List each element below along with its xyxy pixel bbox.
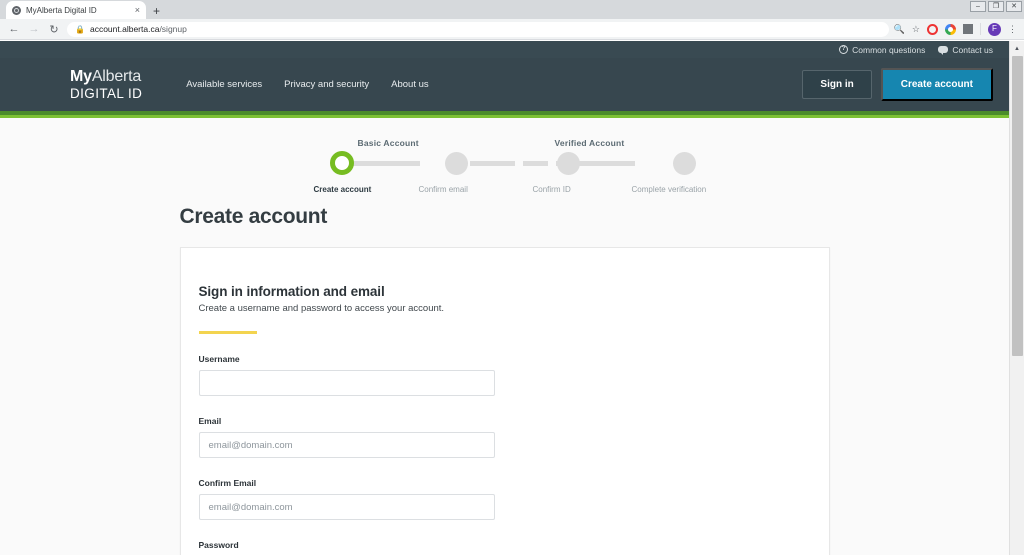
browser-menu-icon[interactable]: ⋮ (1008, 24, 1017, 34)
username-input[interactable] (198, 370, 495, 396)
stepper-label-confirm-id: Confirm ID (532, 185, 571, 194)
field-username: Username (198, 354, 829, 396)
field-confirm-email: Confirm Email email@domain.com (198, 478, 829, 520)
profile-avatar[interactable]: F (988, 22, 1001, 36)
stepper-label-create-account: Create account (313, 185, 372, 194)
stepper-track-3 (522, 161, 548, 166)
site-nav-links: Available services Privacy and security … (186, 79, 428, 90)
nav-link-available-services[interactable]: Available services (186, 79, 262, 90)
window-controls: – ❐ ✕ (970, 1, 1022, 12)
progress-stepper: Basic Account Verified Account Create ac… (305, 138, 707, 200)
close-window-button[interactable]: ✕ (1006, 1, 1022, 12)
stepper-track-2 (469, 161, 515, 166)
bookmark-star-icon[interactable]: ☆ (912, 24, 920, 34)
confirm-email-input[interactable]: email@domain.com (198, 494, 495, 520)
page-content: Basic Account Verified Account Create ac… (0, 138, 1009, 555)
stepper-group-basic-account: Basic Account (357, 138, 419, 148)
extension-square-icon[interactable] (963, 24, 973, 34)
yellow-divider (198, 331, 257, 334)
forward-icon[interactable]: → (24, 19, 44, 39)
page-body: Create account Sign in information and e… (179, 205, 830, 555)
toolbar-icon-group: 🔍 ☆ F ⋮ (894, 22, 1020, 36)
chrome-extension-icon[interactable] (945, 23, 956, 35)
create-account-button[interactable]: Create account (880, 68, 993, 101)
nav-link-about-us[interactable]: About us (391, 79, 429, 90)
stepper-node-create-account[interactable] (329, 151, 354, 175)
page-viewport: ? Common questions Contact us MyAlberta … (0, 41, 1024, 555)
new-tab-button[interactable]: + (153, 5, 160, 17)
page-scrollbar[interactable]: ▲ (1009, 41, 1024, 555)
page-title: Create account (179, 205, 328, 228)
logo-subtitle: DIGITAL ID (70, 85, 143, 101)
email-input[interactable]: email@domain.com (198, 432, 495, 458)
question-circle-icon: ? (839, 45, 849, 54)
common-questions-label: Common questions (852, 44, 926, 55)
stepper-label-confirm-email: Confirm email (418, 185, 468, 194)
field-label-email: Email (198, 416, 222, 426)
scroll-up-arrow-icon[interactable]: ▲ (1010, 41, 1024, 56)
field-label-username: Username (198, 354, 240, 364)
stepper-node-complete-verification[interactable] (672, 152, 696, 175)
url-text: account.alberta.ca/signup (90, 24, 187, 34)
toolbar-divider (980, 23, 981, 35)
logo-alberta: Alberta (91, 67, 142, 85)
globe-icon (12, 5, 21, 15)
common-questions-link[interactable]: ? Common questions (839, 45, 925, 55)
minimize-button[interactable]: – (970, 1, 986, 12)
search-icon[interactable]: 🔍 (894, 24, 905, 34)
stepper-node-confirm-id[interactable] (556, 152, 580, 175)
scrollbar-thumb[interactable] (1012, 56, 1023, 356)
browser-toolbar: ← → ↻ 🔒 account.alberta.ca/signup 🔍 ☆ F … (0, 19, 1024, 40)
signup-form-card: Sign in information and email Create a u… (179, 247, 830, 555)
logo-line-1: MyAlberta (70, 67, 142, 85)
url-path: /signup (159, 24, 187, 34)
field-email: Email email@domain.com (198, 416, 829, 458)
card-subtitle: Create a username and password to access… (198, 303, 445, 314)
stepper-node-confirm-email[interactable] (444, 152, 468, 175)
stepper-group-verified-account: Verified Account (554, 138, 625, 148)
back-icon[interactable]: ← (4, 19, 24, 39)
web-page: ? Common questions Contact us MyAlberta … (0, 41, 1009, 555)
tab-strip: MyAlberta Digital ID × + – ❐ ✕ (0, 0, 1024, 19)
site-navbar: MyAlberta DIGITAL ID Available services … (0, 58, 1009, 111)
close-icon[interactable]: × (135, 5, 140, 15)
reload-icon[interactable]: ↻ (44, 19, 64, 39)
card-title: Sign in information and email (198, 284, 385, 299)
chat-bubble-icon (938, 46, 949, 55)
browser-window: MyAlberta Digital ID × + – ❐ ✕ ← → ↻ 🔒 a… (0, 0, 1024, 555)
accent-bar-light-green (0, 115, 1009, 118)
nav-link-privacy-and-security[interactable]: Privacy and security (284, 79, 369, 90)
field-label-password: Password (198, 540, 239, 550)
contact-us-label: Contact us (952, 44, 993, 55)
logo-my: My (70, 67, 92, 85)
sign-in-button[interactable]: Sign in (802, 70, 872, 99)
stepper-label-complete-verification: Complete verification (631, 185, 707, 194)
site-utility-bar: ? Common questions Contact us (0, 41, 1009, 58)
maximize-button[interactable]: ❐ (988, 1, 1004, 12)
browser-tab[interactable]: MyAlberta Digital ID × (6, 1, 146, 19)
lock-icon: 🔒 (75, 24, 85, 34)
tab-title: MyAlberta Digital ID (26, 5, 97, 15)
opera-extension-icon[interactable] (927, 23, 938, 35)
contact-us-link[interactable]: Contact us (938, 45, 993, 55)
site-logo[interactable]: MyAlberta DIGITAL ID (70, 67, 143, 101)
field-label-confirm-email: Confirm Email (198, 478, 257, 488)
url-domain: account.alberta.ca (89, 24, 160, 34)
address-bar[interactable]: 🔒 account.alberta.ca/signup (67, 21, 889, 37)
field-password: Password (199, 540, 829, 555)
